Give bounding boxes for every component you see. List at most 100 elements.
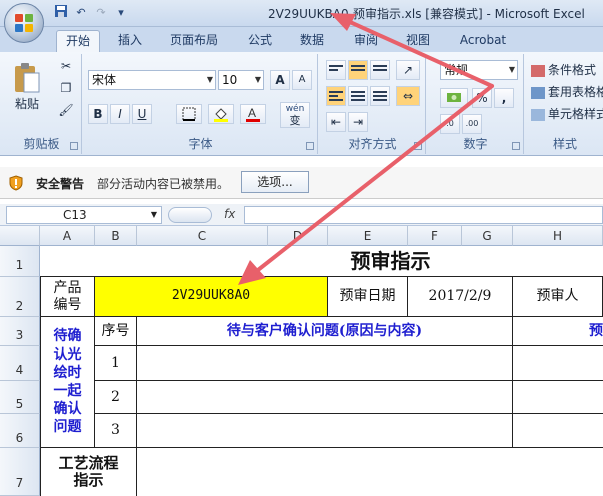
tab-data[interactable]: 数据 xyxy=(290,30,334,52)
accounting-format-icon xyxy=(447,93,461,102)
worksheet-grid[interactable]: A B C D E F G H 1 2 3 4 5 6 7 预审指示 产品编号 … xyxy=(0,226,603,496)
row-header-3[interactable]: 3 xyxy=(0,317,40,346)
right-cell-1[interactable] xyxy=(513,346,603,381)
seq-cell-1[interactable]: 1 xyxy=(95,346,137,381)
office-button[interactable] xyxy=(4,3,44,43)
formula-input[interactable] xyxy=(244,206,603,224)
cell-styles-button[interactable]: 单元格样式 xyxy=(530,104,603,124)
row-header-5[interactable]: 5 xyxy=(0,381,40,414)
merge-center-button[interactable]: ⇔ xyxy=(396,86,420,106)
row-header-4[interactable]: 4 xyxy=(0,346,40,381)
font-size-value: 10 xyxy=(222,73,238,87)
number-format-combo[interactable]: 常规 ▼ xyxy=(440,60,518,80)
decrease-decimal-button[interactable]: .00 xyxy=(462,114,482,134)
font-launcher-icon[interactable] xyxy=(306,142,314,150)
decrease-indent-button[interactable]: ⇤ xyxy=(326,112,346,132)
italic-button[interactable]: I xyxy=(110,104,130,124)
row-header-2[interactable]: 2 xyxy=(0,277,40,317)
format-as-table-label: 套用表格格 xyxy=(548,85,603,99)
column-header-c[interactable]: C xyxy=(137,226,268,246)
align-middle-button[interactable] xyxy=(348,60,368,80)
tab-formulas[interactable]: 公式 xyxy=(238,30,282,52)
column-header-d[interactable]: D xyxy=(268,226,328,246)
phonetic-button[interactable]: wén 变 xyxy=(280,102,310,128)
conditional-formatting-button[interactable]: 条件格式 xyxy=(530,60,603,80)
right-header-cut[interactable]: 预 xyxy=(513,317,603,346)
issue-header[interactable]: 待与客户确认问题(原因与内容) xyxy=(137,317,513,346)
issue-cell-3[interactable] xyxy=(137,414,513,448)
fill-color-button[interactable] xyxy=(208,104,234,124)
redo-icon[interactable]: ↷ xyxy=(92,4,110,22)
align-top-button[interactable] xyxy=(326,60,346,80)
clipboard-launcher-icon[interactable] xyxy=(70,142,78,150)
tab-view[interactable]: 视图 xyxy=(396,30,440,52)
copy-icon[interactable]: ❐ xyxy=(56,80,76,100)
grow-font-button[interactable]: A xyxy=(270,70,290,90)
reviewer-label[interactable]: 预审人 xyxy=(513,277,603,317)
borders-button[interactable] xyxy=(176,104,202,124)
bold-button[interactable]: B xyxy=(88,104,108,124)
product-no-label[interactable]: 产品编号 xyxy=(40,277,95,317)
comma-style-button[interactable]: , xyxy=(494,88,514,108)
align-left-button[interactable] xyxy=(326,86,346,106)
seq-cell-2[interactable]: 2 xyxy=(95,381,137,414)
select-all-corner[interactable] xyxy=(0,226,40,246)
paste-button[interactable]: 粘贴 xyxy=(8,58,46,120)
column-header-a[interactable]: A xyxy=(40,226,95,246)
underline-button[interactable]: U xyxy=(132,104,152,124)
format-as-table-button[interactable]: 套用表格格 xyxy=(530,82,603,102)
name-box[interactable]: C13 ▼ xyxy=(6,206,162,224)
tab-home[interactable]: 开始 xyxy=(56,30,100,52)
insert-function-icon[interactable]: fx xyxy=(224,207,235,221)
save-icon[interactable] xyxy=(52,4,70,22)
column-header-e[interactable]: E xyxy=(328,226,408,246)
tab-acrobat[interactable]: Acrobat xyxy=(452,30,514,52)
issue-cell-2[interactable] xyxy=(137,381,513,414)
process-label[interactable]: 工艺流程指示 xyxy=(40,448,137,496)
shrink-font-button[interactable]: A xyxy=(292,70,312,90)
row-header-7[interactable]: 7 xyxy=(0,448,40,496)
undo-icon[interactable]: ↶ xyxy=(72,4,90,22)
product-no-value[interactable]: 2V29UUK8A0 xyxy=(95,277,328,317)
align-bottom-button[interactable] xyxy=(370,60,390,80)
right-cell-2[interactable] xyxy=(513,381,603,414)
column-header-g[interactable]: G xyxy=(462,226,513,246)
tab-review[interactable]: 审阅 xyxy=(344,30,388,52)
percent-style-button[interactable]: % xyxy=(472,88,492,108)
align-right-button[interactable] xyxy=(370,86,390,106)
tab-page-layout[interactable]: 页面布局 xyxy=(162,30,226,52)
confirm-issues-label[interactable]: 待确认光绘时一起确认问题 xyxy=(40,317,95,448)
issue-cell-1[interactable] xyxy=(137,346,513,381)
column-header-h[interactable]: H xyxy=(513,226,603,246)
format-painter-icon[interactable]: 🖌 xyxy=(56,102,76,122)
right-cell-3[interactable] xyxy=(513,414,603,448)
accounting-format-button[interactable] xyxy=(440,88,468,108)
options-button[interactable]: 选项... xyxy=(241,171,309,193)
column-header-b[interactable]: B xyxy=(95,226,137,246)
cell-styles-icon xyxy=(531,108,545,121)
review-date-value[interactable]: 2017/2/9 xyxy=(408,277,513,317)
customize-qat-icon[interactable]: ▾ xyxy=(112,4,130,22)
review-date-label[interactable]: 预审日期 xyxy=(328,277,408,317)
process-cell[interactable] xyxy=(137,448,603,496)
align-center-button[interactable] xyxy=(348,86,368,106)
row-header-6[interactable]: 6 xyxy=(0,414,40,448)
increase-decimal-button[interactable]: .0 xyxy=(440,114,460,134)
number-group: 常规 ▼ % , .0 .00 数字 xyxy=(428,54,524,154)
number-launcher-icon[interactable] xyxy=(512,142,520,150)
column-header-f[interactable]: F xyxy=(408,226,462,246)
font-name-combo[interactable]: 宋体 ▼ xyxy=(88,70,216,90)
seq-cell-3[interactable]: 3 xyxy=(95,414,137,448)
orientation-button[interactable]: ↗ xyxy=(396,60,420,80)
cut-icon[interactable]: ✂ xyxy=(56,58,76,78)
seq-header[interactable]: 序号 xyxy=(95,317,137,346)
sheet-title[interactable]: 预审指示 xyxy=(268,246,513,277)
row-header-1[interactable]: 1 xyxy=(0,246,40,277)
increase-indent-button[interactable]: ⇥ xyxy=(348,112,368,132)
font-size-combo[interactable]: 10 ▼ xyxy=(218,70,264,90)
tab-insert[interactable]: 插入 xyxy=(108,30,152,52)
name-box-value: C13 xyxy=(63,208,87,222)
alignment-launcher-icon[interactable] xyxy=(414,142,422,150)
formula-bar-splitter[interactable] xyxy=(168,207,212,223)
font-color-button[interactable]: A xyxy=(240,104,266,124)
